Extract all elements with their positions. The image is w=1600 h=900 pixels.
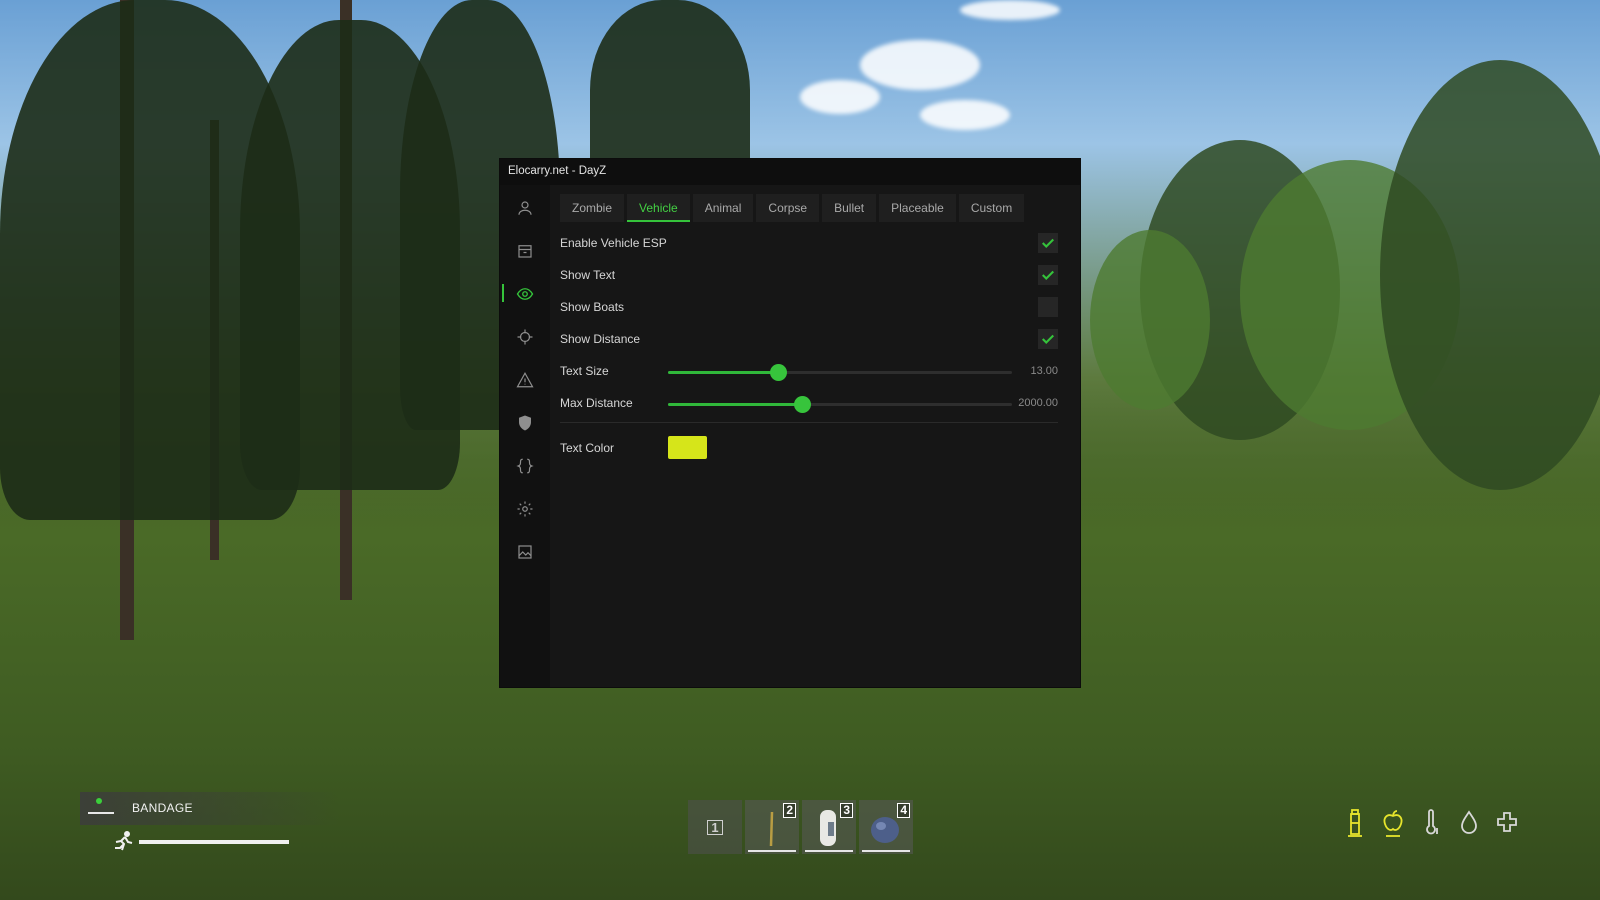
slot-number: 2 xyxy=(783,803,796,818)
sidebar-item-shield[interactable] xyxy=(500,404,550,442)
option-label: Show Text xyxy=(560,268,616,282)
running-icon xyxy=(115,831,133,851)
tab-corpse[interactable]: Corpse xyxy=(756,194,820,222)
option-text-color: Text Color xyxy=(560,436,1058,460)
sidebar-item-radar[interactable] xyxy=(500,533,550,571)
health-icon xyxy=(1497,812,1517,832)
enable-vehicle-esp-checkbox[interactable] xyxy=(1038,233,1058,253)
category-tabs: Zombie Vehicle Animal Corpse Bullet Plac… xyxy=(560,194,1025,222)
checkmark-icon xyxy=(1042,238,1054,248)
slider-max-distance-row: Max Distance 2000.00 xyxy=(560,393,1058,415)
checkmark-icon xyxy=(1042,334,1054,344)
option-label: Enable Vehicle ESP xyxy=(560,236,667,250)
show-boats-checkbox[interactable] xyxy=(1038,297,1058,317)
player-icon xyxy=(518,201,532,215)
option-show-text: Show Text xyxy=(560,265,1058,287)
show-distance-checkbox[interactable] xyxy=(1038,329,1058,349)
sidebar-item-loot[interactable] xyxy=(500,232,550,270)
tab-custom[interactable]: Custom xyxy=(958,194,1025,222)
sidebar-item-scripts[interactable] xyxy=(500,447,550,485)
option-show-distance: Show Distance xyxy=(560,329,1058,351)
text-size-slider[interactable] xyxy=(668,364,1012,381)
slot-number: 1 xyxy=(707,819,723,835)
slider-fill xyxy=(668,403,803,406)
eye-icon xyxy=(516,288,534,300)
option-enable-vehicle-esp: Enable Vehicle ESP xyxy=(560,233,1058,255)
option-label: Text Color xyxy=(560,441,615,455)
quickbar-slot-1[interactable]: 1 xyxy=(688,800,742,854)
slot-condition-bar xyxy=(748,850,796,852)
tab-bullet[interactable]: Bullet xyxy=(822,194,877,222)
food-icon xyxy=(1383,810,1403,837)
show-text-checkbox[interactable] xyxy=(1038,265,1058,285)
crosshair-icon xyxy=(517,329,533,345)
braces-icon xyxy=(516,458,534,474)
option-label: Show Boats xyxy=(560,300,625,314)
window-title: Elocarry.net - DayZ xyxy=(508,165,607,177)
status-text: BANDAGE xyxy=(132,801,193,815)
sidebar-item-player[interactable] xyxy=(500,189,550,227)
cheat-menu-window: Elocarry.net - DayZ Zombie Vehicle Anima… xyxy=(500,159,1080,687)
tab-zombie[interactable]: Zombie xyxy=(560,194,625,222)
slot-condition-bar xyxy=(805,850,853,852)
max-distance-slider[interactable] xyxy=(668,396,1012,413)
slider-handle[interactable] xyxy=(770,364,788,381)
slider-value: 13.00 xyxy=(1030,365,1058,377)
sidebar-item-warning[interactable] xyxy=(500,361,550,399)
blood-icon xyxy=(1461,810,1477,834)
temperature-icon xyxy=(1426,809,1438,835)
slider-label: Max Distance xyxy=(560,396,633,410)
slider-value: 2000.00 xyxy=(1018,397,1058,409)
stamina-bar xyxy=(139,840,289,844)
divider xyxy=(560,422,1058,423)
quickbar-slot-3[interactable]: 3 xyxy=(802,800,856,854)
title-bar[interactable]: Elocarry.net - DayZ xyxy=(500,159,1080,185)
sidebar-item-visuals[interactable] xyxy=(500,275,550,313)
shield-icon xyxy=(519,415,531,431)
tab-vehicle[interactable]: Vehicle xyxy=(627,194,690,222)
status-notification: BANDAGE xyxy=(80,792,340,825)
tab-placeable[interactable]: Placeable xyxy=(879,194,956,222)
warning-icon xyxy=(516,372,534,388)
option-label: Show Distance xyxy=(560,332,641,346)
stamina-fill xyxy=(139,840,289,844)
status-indicator xyxy=(96,798,102,804)
quickbar: 1 2 3 4 xyxy=(688,800,913,854)
status-icons xyxy=(1342,808,1520,838)
slot-condition-bar xyxy=(862,850,910,852)
quickbar-slot-4[interactable]: 4 xyxy=(859,800,913,854)
loot-icon xyxy=(518,245,532,258)
slot-number: 3 xyxy=(840,803,853,818)
sidebar-item-settings[interactable] xyxy=(500,490,550,528)
slider-handle[interactable] xyxy=(794,396,812,413)
slider-label: Text Size xyxy=(560,364,609,378)
text-color-swatch[interactable] xyxy=(668,436,707,459)
slot-number: 4 xyxy=(897,803,910,818)
image-icon xyxy=(518,545,532,559)
quickbar-slot-2[interactable]: 2 xyxy=(745,800,799,854)
tab-animal[interactable]: Animal xyxy=(692,194,754,222)
gear-icon xyxy=(517,501,533,517)
slider-fill xyxy=(668,371,779,374)
status-line xyxy=(88,812,114,814)
water-bottle-icon xyxy=(1348,809,1362,837)
sidebar-item-aim[interactable] xyxy=(500,318,550,356)
checkmark-icon xyxy=(1042,270,1054,280)
sidebar xyxy=(500,185,550,687)
option-show-boats: Show Boats xyxy=(560,297,1058,319)
slider-text-size-row: Text Size 13.00 xyxy=(560,361,1058,383)
